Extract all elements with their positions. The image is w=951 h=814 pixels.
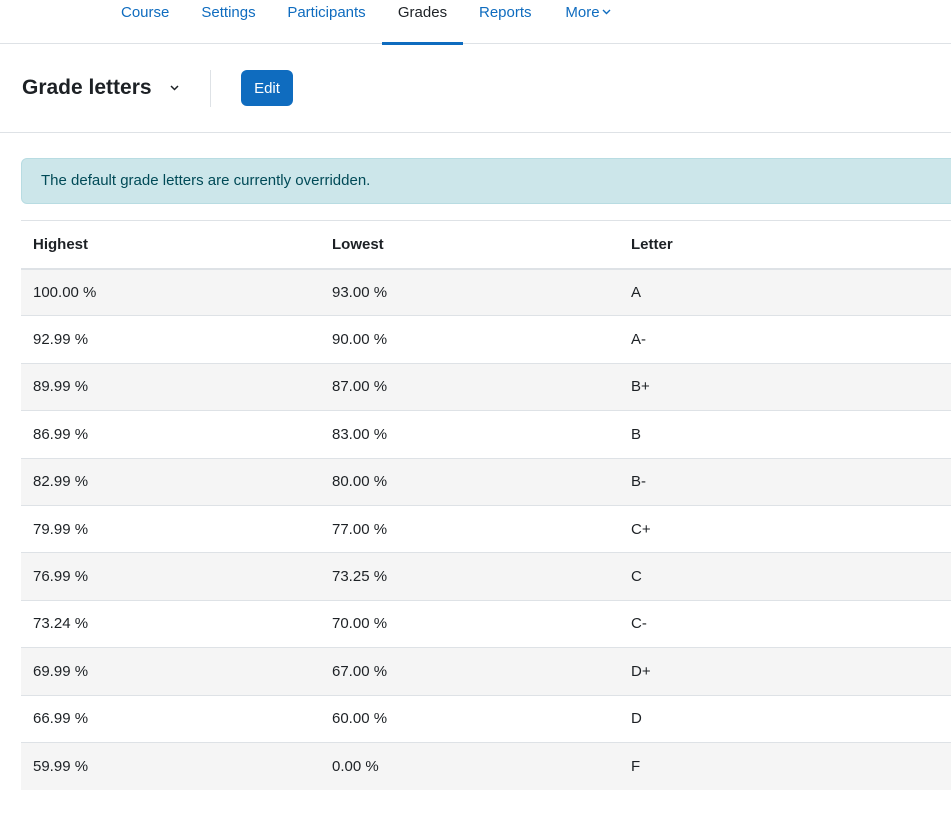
tab-more[interactable]: More [563,0,613,44]
edit-button[interactable]: Edit [241,70,293,106]
cell-letter: B+ [619,362,951,411]
cell-lowest: 93.00 % [320,267,619,316]
table-row: 100.00 % 93.00 % A [21,267,951,316]
table-row: 66.99 % 60.00 % D [21,694,951,743]
cell-highest: 76.99 % [21,552,320,601]
column-header-highest: Highest [21,220,320,270]
cell-letter: D [619,694,951,743]
table-row: 92.99 % 90.00 % A- [21,315,951,364]
cell-letter: A- [619,315,951,364]
cell-lowest: 87.00 % [320,362,619,411]
cell-lowest: 70.00 % [320,599,619,648]
cell-highest: 92.99 % [21,315,320,364]
cell-highest: 66.99 % [21,694,320,743]
cell-highest: 69.99 % [21,647,320,696]
tab-grades[interactable]: Grades [382,0,463,45]
table-row: 73.24 % 70.00 % C- [21,599,951,648]
secondary-navigation: Course Settings Participants Grades Repo… [0,0,951,45]
tab-settings[interactable]: Settings [201,0,256,44]
cell-highest: 59.99 % [21,741,320,790]
cell-lowest: 80.00 % [320,457,619,506]
grade-letters-table: Highest Lowest Letter 100.00 % 93.00 % A 92… [21,220,951,790]
tab-reports[interactable]: Reports [479,0,532,44]
table-row: 89.99 % 87.00 % B+ [21,362,951,411]
cell-letter: F [619,741,951,790]
cell-letter: C [619,552,951,601]
table-row: 59.99 % 0.00 % F [21,741,951,790]
cell-lowest: 73.25 % [320,552,619,601]
cell-lowest: 0.00 % [320,741,619,790]
cell-lowest: 60.00 % [320,694,619,743]
cell-highest: 73.24 % [21,599,320,648]
cell-lowest: 83.00 % [320,410,619,459]
table-row: 76.99 % 73.25 % C [21,552,951,601]
cell-highest: 82.99 % [21,457,320,506]
page-title[interactable]: Grade letters [22,75,152,101]
cell-letter: A [619,267,951,316]
cell-lowest: 90.00 % [320,315,619,364]
cell-letter: B- [619,457,951,506]
cell-highest: 100.00 % [21,267,320,316]
chevron-down-icon[interactable] [170,85,179,91]
cell-lowest: 77.00 % [320,504,619,553]
table-row: 79.99 % 77.00 % C+ [21,504,951,553]
cell-highest: 86.99 % [21,410,320,459]
table-header-row: Highest Lowest Letter [21,220,951,270]
info-alert: The default grade letters are currently … [21,158,951,204]
tab-more-label: More [565,4,600,21]
page-header: Grade letters Edit [0,44,951,133]
cell-letter: B [619,410,951,459]
chevron-down-icon [602,9,611,15]
tab-course[interactable]: Course [121,0,169,44]
tab-participants[interactable]: Participants [287,0,366,44]
cell-letter: C- [619,599,951,648]
cell-letter: C+ [619,504,951,553]
table-row: 69.99 % 67.00 % D+ [21,647,951,696]
column-header-lowest: Lowest [320,220,619,270]
header-divider [210,70,211,107]
table-row: 86.99 % 83.00 % B [21,410,951,459]
cell-lowest: 67.00 % [320,647,619,696]
cell-highest: 79.99 % [21,504,320,553]
cell-highest: 89.99 % [21,362,320,411]
column-header-letter: Letter [619,220,951,270]
cell-letter: D+ [619,647,951,696]
table-row: 82.99 % 80.00 % B- [21,457,951,506]
